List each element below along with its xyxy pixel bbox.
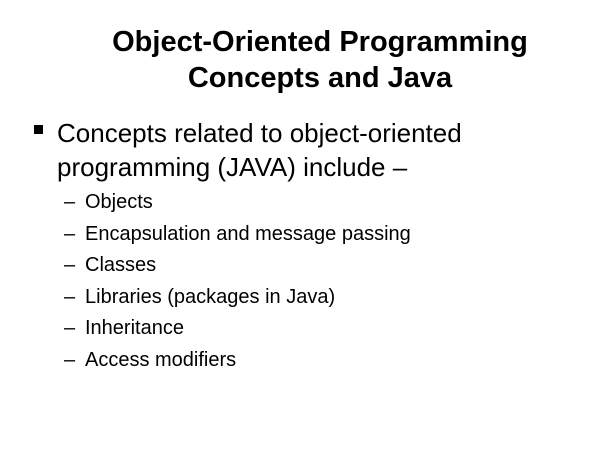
sub-bullet-text: Classes <box>85 254 157 276</box>
sub-bullet-text: Access modifiers <box>85 348 237 371</box>
dash-icon: – <box>64 285 76 308</box>
sub-bullet-text: Libraries (packages in Java) <box>85 285 336 308</box>
sub-bullet-classes: – Classes <box>64 251 564 283</box>
slide-title-line-1: Object-Oriented Programming <box>112 26 528 58</box>
sub-bullet-libraries: – Libraries (packages in Java) <box>64 283 564 315</box>
slide-title-line-2: Concepts and Java <box>187 62 453 94</box>
dash-icon: – <box>64 222 76 245</box>
sub-bullet-access-modifiers: – Access modifiers <box>64 346 564 378</box>
dash-icon: – <box>64 317 76 339</box>
sub-bullet-text: Inheritance <box>85 317 184 339</box>
sub-bullet-text: Encapsulation and message passing <box>85 222 411 245</box>
dash-icon: – <box>64 191 76 213</box>
main-bullet-line-2: programming (JAVA) include – <box>57 152 408 182</box>
slide: Object-Oriented Programming Concepts and… <box>0 0 611 452</box>
sub-bullet-objects: – Objects <box>64 188 564 220</box>
dash-icon: – <box>64 348 76 371</box>
sub-bullet-text: Objects <box>85 191 153 213</box>
square-bullet-icon <box>34 125 43 134</box>
sub-bullet-inheritance: – Inheritance <box>64 314 564 346</box>
main-bullet-line-1: Concepts related to object-oriented <box>57 118 462 148</box>
dash-icon: – <box>64 254 76 276</box>
main-bullet-text: Concepts related to object-oriented prog… <box>57 116 557 184</box>
slide-title: Object-Oriented Programming Concepts and… <box>40 24 600 96</box>
sub-bullet-encapsulation: – Encapsulation and message passing <box>64 220 564 252</box>
sub-bullet-list: – Objects – Encapsulation and message pa… <box>64 188 564 377</box>
